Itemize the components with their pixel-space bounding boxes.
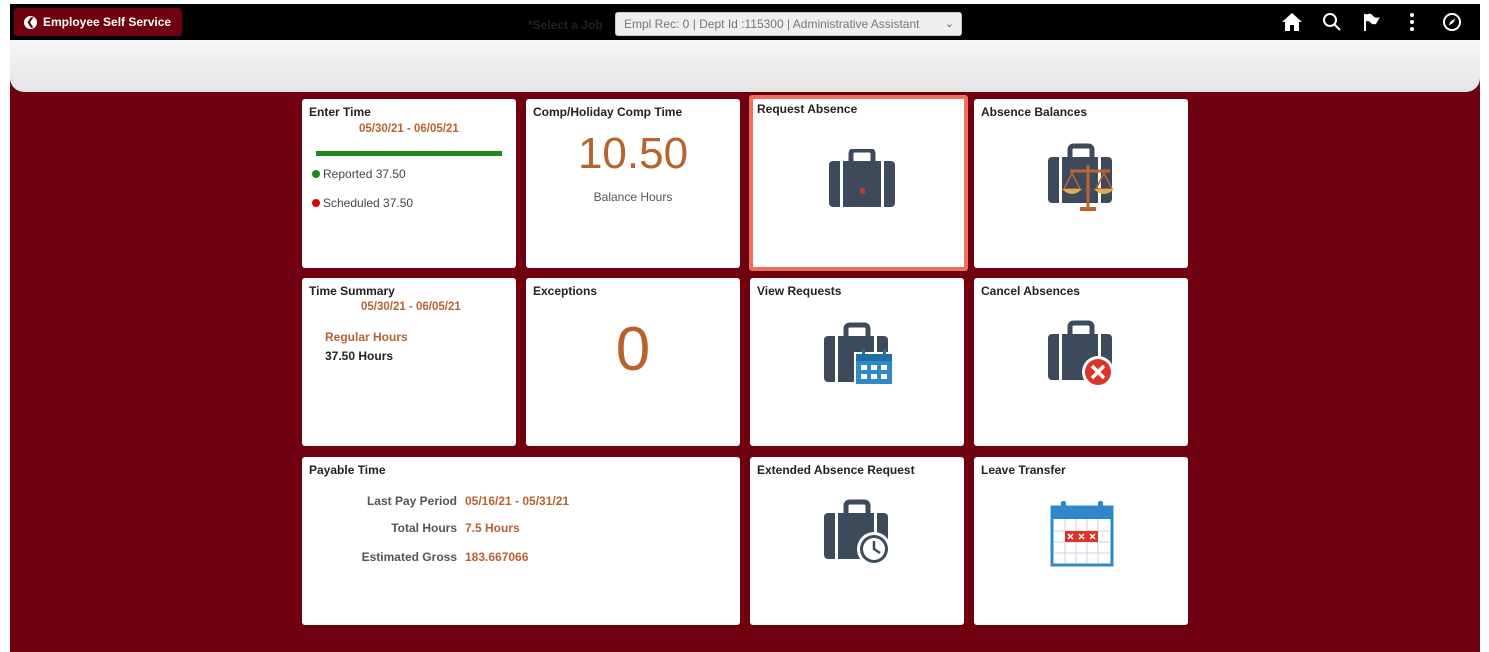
tile-enter-time[interactable]: Enter Time 05/30/21 - 06/05/21 Reported …: [302, 99, 516, 268]
period-dates: 05/30/21 - 06/05/21: [359, 123, 459, 135]
balance-caption: Balance Hours: [593, 190, 673, 204]
scheduled-dot-icon: [312, 199, 320, 207]
scheduled-row: Scheduled 37.50: [312, 196, 413, 210]
tile-title: Exceptions: [533, 284, 598, 298]
payable-row-value: 05/16/21 - 05/31/21: [465, 494, 570, 508]
hours-value: 37.50 Hours: [325, 349, 394, 363]
scheduled-label: Scheduled 37.50: [323, 196, 414, 210]
tile-view-requests[interactable]: View Requests: [750, 278, 964, 446]
tile-absence-balances[interactable]: Absence Balances: [974, 99, 1188, 268]
reported-dot-icon: [312, 170, 320, 178]
tile-title: Extended Absence Request: [757, 463, 915, 477]
briefcase-cancel-icon: [1046, 320, 1120, 395]
tile-title: View Requests: [757, 284, 842, 298]
tile-leave-transfer[interactable]: Leave Transfer: [974, 457, 1188, 625]
payable-row-value: 7.5 Hours: [465, 521, 520, 535]
search-icon[interactable]: [1312, 10, 1352, 34]
select-job-label: *Select a Job: [528, 18, 603, 32]
back-button-label: Employee Self Service: [43, 15, 172, 29]
navbar-compass-icon[interactable]: [1432, 10, 1472, 34]
payable-row-label: Total Hours: [391, 521, 457, 535]
briefcase-scale-icon: [1046, 143, 1120, 220]
home-icon[interactable]: [1272, 10, 1312, 34]
back-button[interactable]: ❮ Employee Self Service: [14, 8, 182, 36]
tile-cancel-absences[interactable]: Cancel Absences: [974, 278, 1188, 446]
tile-request-absence[interactable]: Request Absence: [749, 95, 968, 271]
payable-row-value: 183.667066: [465, 550, 529, 564]
flag-icon[interactable]: [1352, 10, 1392, 34]
tile-comp-time[interactable]: Comp/Holiday Comp Time 10.50 Balance Hou…: [526, 99, 740, 268]
tile-title: Payable Time: [309, 463, 386, 477]
tile-title: Enter Time: [309, 105, 371, 119]
calendar-icon: [1049, 499, 1115, 574]
tile-payable-time[interactable]: Payable Time Last Pay Period 05/16/21 - …: [302, 457, 740, 625]
job-select-dropdown[interactable]: Empl Rec: 0 | Dept Id :115300 | Administ…: [615, 12, 962, 36]
briefcase-clock-icon: [822, 499, 896, 574]
reported-label: Reported 37.50: [323, 167, 406, 181]
header-actions: [1272, 10, 1472, 34]
payable-row-label: Last Pay Period: [366, 494, 457, 508]
job-selector-bar: [10, 40, 1480, 92]
tile-title: Cancel Absences: [981, 284, 1080, 298]
more-actions-icon[interactable]: [1392, 10, 1432, 34]
tile-title: Leave Transfer: [981, 463, 1066, 477]
tile-title: Time Summary: [309, 284, 395, 298]
progress-bar: [316, 151, 502, 156]
exceptions-count: 0: [615, 315, 651, 384]
reported-row: Reported 37.50: [312, 167, 406, 181]
job-select-value: Empl Rec: 0 | Dept Id :115300 | Administ…: [624, 17, 920, 31]
tile-title: Comp/Holiday Comp Time: [533, 105, 683, 119]
tile-exceptions[interactable]: Exceptions 0: [526, 278, 740, 446]
payable-row-label: Estimated Gross: [361, 550, 457, 564]
tile-time-summary[interactable]: Time Summary 05/30/21 - 06/05/21 Regular…: [302, 278, 516, 446]
tile-extended-absence-request[interactable]: Extended Absence Request: [750, 457, 964, 625]
comp-balance-value: 10.50: [577, 129, 689, 178]
period-dates: 05/30/21 - 06/05/21: [361, 301, 461, 313]
page-background: [10, 4, 1480, 652]
chevron-down-icon: ⌄: [944, 18, 954, 30]
chevron-left-icon: ❮: [24, 15, 37, 29]
briefcase-calendar-icon: [822, 322, 896, 393]
hours-category: Regular Hours: [325, 330, 408, 344]
tile-title: Absence Balances: [981, 105, 1088, 119]
tile-title: Request Absence: [757, 102, 858, 116]
briefcase-icon: [827, 147, 897, 214]
